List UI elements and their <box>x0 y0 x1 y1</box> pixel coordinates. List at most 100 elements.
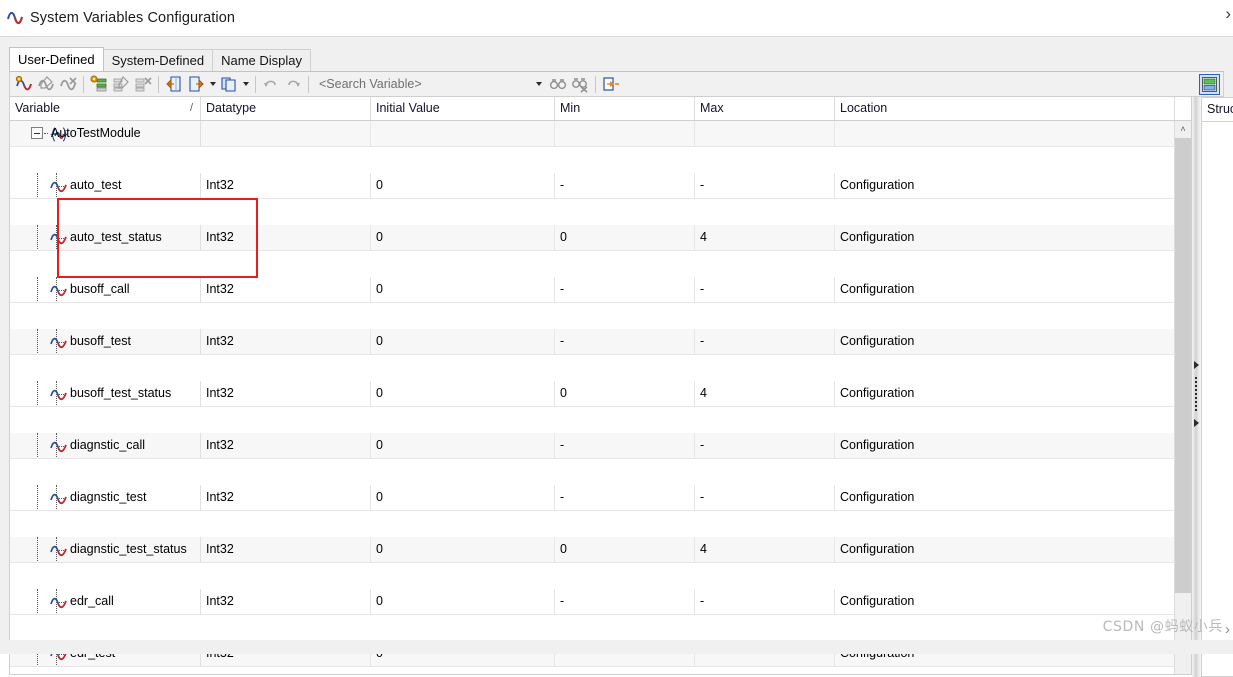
cell-initial-value: 0 <box>371 589 555 614</box>
edit-namespace-icon[interactable] <box>110 73 132 95</box>
cell-datatype: Int32 <box>201 277 371 302</box>
tree-guide <box>37 589 38 614</box>
column-header-location[interactable]: Location <box>835 97 1175 120</box>
variable-icon <box>50 282 67 298</box>
variable-icon <box>50 594 67 610</box>
toolbar-separator <box>595 76 596 93</box>
column-header-max[interactable]: Max <box>695 97 835 120</box>
column-header-variable[interactable]: Variable / <box>10 97 201 120</box>
cell-max: 4 <box>695 225 835 250</box>
table-row[interactable]: auto_test_statusInt32004Configuration <box>10 225 1191 251</box>
variable-icon <box>50 334 67 350</box>
cell-location: Configuration <box>835 173 1175 198</box>
cell-min: - <box>555 277 695 302</box>
cell-variable: AutoTestModule <box>10 121 201 146</box>
variable-icon <box>50 178 67 194</box>
export-dropdown-chevron-down-icon[interactable] <box>207 73 218 95</box>
cell-initial-value: 0 <box>371 173 555 198</box>
variable-icon <box>50 438 67 454</box>
delete-namespace-icon[interactable] <box>132 73 154 95</box>
table-row[interactable]: diagnstic_test_statusInt32004Configurati… <box>10 537 1191 563</box>
cell-max: 4 <box>695 381 835 406</box>
struct-panel: Struct <box>1201 97 1233 677</box>
splitter-arrow-up-icon <box>1194 361 1199 369</box>
column-header-min[interactable]: Min <box>555 97 695 120</box>
cell-location: Configuration <box>835 485 1175 510</box>
import-icon[interactable] <box>163 73 185 95</box>
cell-min <box>555 121 695 146</box>
cell-min: 0 <box>555 537 695 562</box>
tree-guide <box>44 133 48 134</box>
tab-name-display[interactable]: Name Display <box>212 49 311 71</box>
export-icon[interactable] <box>185 73 207 95</box>
new-variable-icon[interactable] <box>13 73 35 95</box>
variable-icon <box>50 490 67 506</box>
scrollbar-thumb[interactable] <box>1175 138 1191 593</box>
cell-initial-value: 0 <box>371 433 555 458</box>
toolbar-separator <box>308 76 309 93</box>
sine-wave-icon <box>4 8 30 28</box>
cell-datatype: Int32 <box>201 381 371 406</box>
cell-initial-value: 0 <box>371 225 555 250</box>
cell-location: Configuration <box>835 329 1175 354</box>
cell-initial-value: 0 <box>371 381 555 406</box>
search-input[interactable]: <Search Variable> <box>313 73 531 95</box>
table-row[interactable]: diagnstic_testInt320--Configuration <box>10 485 1191 511</box>
show-struct-panel-icon[interactable] <box>1199 74 1220 95</box>
cell-min: - <box>555 173 695 198</box>
toolbar: <Search Variable> <box>9 71 1224 97</box>
splitter-grip[interactable] <box>1195 377 1197 411</box>
cell-min: - <box>555 329 695 354</box>
sort-indicator-icon: / <box>190 97 193 120</box>
find-clear-icon[interactable] <box>569 73 591 95</box>
cell-max: 4 <box>695 537 835 562</box>
variables-grid: Variable / Datatype Initial Value Min Ma… <box>9 97 1192 675</box>
table-row[interactable]: AutoTestModule <box>10 121 1191 147</box>
table-row[interactable]: edr_callInt320--Configuration <box>10 589 1191 615</box>
row-label-module: AutoTestModule <box>51 121 141 146</box>
table-row[interactable]: auto_testInt320--Configuration <box>10 173 1191 199</box>
column-header-initial-value[interactable]: Initial Value <box>371 97 555 120</box>
watermark-chevron-icon: › <box>1225 621 1230 638</box>
cell-datatype: Int32 <box>201 329 371 354</box>
cell-datatype: Int32 <box>201 225 371 250</box>
cell-variable: busoff_call <box>10 277 201 302</box>
cell-datatype: Int32 <box>201 173 371 198</box>
tab-user-defined[interactable]: User-Defined <box>9 47 104 71</box>
copy-definition-icon[interactable] <box>218 73 240 95</box>
window-body: User-Defined System-Defined Name Display <box>0 36 1233 654</box>
scroll-up-button[interactable]: ˄ <box>1175 121 1191 138</box>
search-history-chevron-down-icon[interactable] <box>531 73 547 95</box>
cell-location: Configuration <box>835 277 1175 302</box>
cell-datatype: Int32 <box>201 589 371 614</box>
cell-max: - <box>695 173 835 198</box>
splitter-arrow-down-icon <box>1194 419 1199 427</box>
grid-vertical-scrollbar[interactable]: ˄ <box>1174 121 1191 674</box>
cell-min: 0 <box>555 381 695 406</box>
row-label-variable: edr_call <box>70 589 114 614</box>
tree-guide <box>37 433 38 458</box>
panel-splitter[interactable] <box>1192 97 1201 677</box>
delete-variable-icon[interactable] <box>57 73 79 95</box>
new-namespace-icon[interactable] <box>88 73 110 95</box>
cell-initial-value: 0 <box>371 537 555 562</box>
tree-guide <box>37 537 38 562</box>
tab-system-defined[interactable]: System-Defined <box>103 49 213 71</box>
table-row[interactable]: busoff_test_statusInt32004Configuration <box>10 381 1191 407</box>
table-row[interactable]: busoff_callInt320--Configuration <box>10 277 1191 303</box>
copy-dropdown-chevron-down-icon[interactable] <box>240 73 251 95</box>
cell-variable: diagnstic_call <box>10 433 201 458</box>
cell-location: Configuration <box>835 433 1175 458</box>
table-row[interactable]: diagnstic_callInt320--Configuration <box>10 433 1191 459</box>
expand-chevron-icon[interactable]: › <box>1225 4 1231 24</box>
row-label-variable: auto_test <box>70 173 121 198</box>
toolbar-separator <box>158 76 159 93</box>
edit-variable-icon[interactable] <box>35 73 57 95</box>
cell-datatype <box>201 121 371 146</box>
cell-initial-value: 0 <box>371 485 555 510</box>
column-header-datatype[interactable]: Datatype <box>201 97 371 120</box>
table-row[interactable]: busoff_testInt320--Configuration <box>10 329 1191 355</box>
tree-expander-toggle[interactable] <box>31 127 43 139</box>
find-icon[interactable] <box>547 73 569 95</box>
goto-icon[interactable] <box>600 73 622 95</box>
